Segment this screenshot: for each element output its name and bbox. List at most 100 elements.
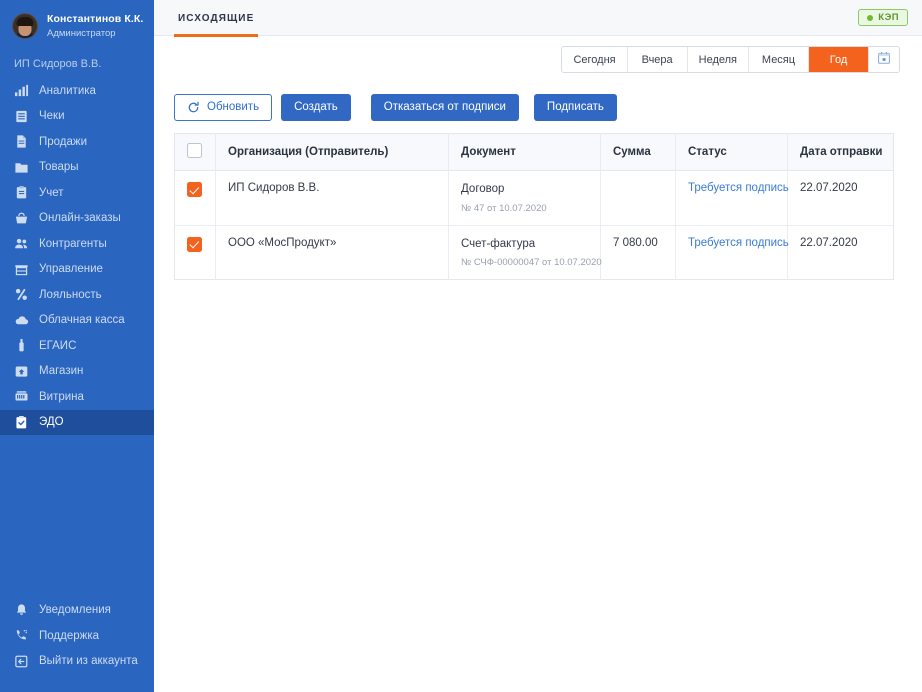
sidebar-item-management[interactable]: Управление [0, 257, 154, 283]
sidebar-item-notifications[interactable]: Уведомления [0, 598, 154, 624]
row-checkbox[interactable] [187, 182, 202, 197]
row-organization-cell: ИП Сидоров В.В. [215, 170, 449, 226]
cloud-icon [14, 313, 29, 328]
sidebar-item-label: Магазин [39, 365, 84, 378]
period-yesterday[interactable]: Вчера [627, 47, 688, 72]
select-all-checkbox[interactable] [187, 143, 202, 158]
sidebar-nav: Аналитика Чеки Продажи Товары Учет Онлай [0, 78, 154, 435]
documents-table: Организация (Отправитель) Документ Сумма… [174, 133, 894, 281]
sign-button[interactable]: Подписать [533, 93, 617, 121]
sidebar-item-support[interactable]: Поддержка [0, 623, 154, 649]
create-button-label: Создать [294, 101, 338, 113]
bell-icon [14, 603, 29, 618]
column-header-document[interactable]: Документ [448, 133, 601, 171]
sidebar-item-analytics[interactable]: Аналитика [0, 78, 154, 104]
sidebar-item-label: Выйти из аккаунта [39, 655, 138, 668]
organization-name: ООО «МосПродукт» [228, 236, 337, 249]
reject-signature-button[interactable]: Отказаться от подписи [370, 93, 519, 121]
calendar-picker-button[interactable] [869, 47, 899, 72]
sidebar-item-egais[interactable]: ЕГАИС [0, 333, 154, 359]
select-all-header [174, 133, 216, 171]
bar-chart-icon [14, 83, 29, 98]
edo-clipboard-icon [14, 415, 29, 430]
column-header-organization[interactable]: Организация (Отправитель) [215, 133, 449, 171]
row-checkbox[interactable] [187, 236, 202, 252]
sidebar-item-label: Уведомления [39, 604, 111, 617]
sidebar-item-label: ЕГАИС [39, 339, 77, 352]
status-link[interactable]: Требуется подпись [688, 182, 789, 194]
document-title: Договор [461, 183, 505, 195]
column-header-date[interactable]: Дата отправки [787, 133, 894, 171]
avatar [12, 13, 38, 39]
organization-label: ИП Сидоров В.В. [14, 58, 102, 70]
sidebar-item-counterparties[interactable]: Контрагенты [0, 231, 154, 257]
app-root: Константинов К.К. Администратор ИП Сидор… [0, 0, 922, 692]
documents-table-container: Организация (Отправитель) Документ Сумма… [154, 125, 922, 281]
status-dot-icon [867, 14, 874, 21]
percent-icon [14, 287, 29, 302]
sidebar-item-products[interactable]: Товары [0, 155, 154, 181]
sign-button-label: Подписать [546, 101, 604, 113]
table-row[interactable]: ИП Сидоров В.В. Договор № 47 от 10.07.20… [174, 170, 894, 226]
sidebar-item-label: ЭДО [39, 416, 64, 429]
profile-name: Константинов К.К. [47, 13, 144, 25]
sidebar-item-label: Облачная касса [39, 314, 125, 327]
bottle-icon [14, 338, 29, 353]
sidebar-item-label: Учет [39, 186, 64, 199]
row-select-cell [174, 225, 216, 280]
row-sum-cell [600, 170, 676, 226]
row-status-cell: Требуется подпись [675, 225, 789, 280]
sidebar-item-loyalty[interactable]: Лояльность [0, 282, 154, 308]
period-week[interactable]: Неделя [687, 47, 749, 72]
sidebar-item-label: Управление [39, 263, 103, 276]
users-icon [14, 236, 29, 251]
sidebar-item-label: Лояльность [39, 288, 102, 301]
store-icon [14, 262, 29, 277]
row-date-cell: 22.07.2020 [787, 170, 894, 226]
sidebar-item-label: Поддержка [39, 629, 99, 642]
status-badge-kep[interactable]: КЭП [858, 9, 908, 26]
row-document-cell: Договор № 47 от 10.07.2020 [448, 170, 601, 226]
document-icon [14, 134, 29, 149]
document-number: № 47 от 10.07.2020 [461, 202, 547, 214]
column-header-status[interactable]: Статус [675, 133, 788, 171]
tab-bar: Исходящие [154, 0, 259, 37]
sidebar-item-label: Аналитика [39, 84, 96, 97]
showcase-icon [14, 389, 29, 404]
table-header-row: Организация (Отправитель) Документ Сумма… [174, 133, 894, 171]
create-button[interactable]: Создать [281, 93, 351, 121]
sidebar-item-shop[interactable]: Магазин [0, 359, 154, 385]
document-title: Счет-фактура [461, 237, 536, 250]
refresh-button[interactable]: Обновить [174, 93, 273, 121]
period-year[interactable]: Год [809, 47, 869, 72]
sidebar-item-logout[interactable]: Выйти из аккаунта [0, 649, 154, 675]
sidebar-item-cloud-cashbox[interactable]: Облачная касса [0, 308, 154, 334]
tab-outgoing[interactable]: Исходящие [174, 0, 259, 37]
sidebar-bottom-nav: Уведомления Поддержка Выйти из аккаунта [0, 598, 154, 692]
row-status-cell: Требуется подпись [675, 170, 789, 226]
table-row[interactable]: ООО «МосПродукт» Счет-фактура № СЧФ-0000… [174, 225, 894, 280]
sidebar-item-label: Чеки [39, 110, 65, 123]
sidebar-item-accounting[interactable]: Учет [0, 180, 154, 206]
sidebar-item-receipts[interactable]: Чеки [0, 104, 154, 130]
period-month[interactable]: Месяц [749, 47, 809, 72]
status-link[interactable]: Требуется подпись [688, 237, 789, 249]
organization-name: ИП Сидоров В.В. [228, 182, 320, 194]
sidebar-item-showcase[interactable]: Витрина [0, 384, 154, 410]
row-organization-cell: ООО «МосПродукт» [215, 225, 449, 280]
document-number: № СЧФ-00000047 от 10.07.2020 [461, 257, 602, 269]
profile-block[interactable]: Константинов К.К. Администратор [0, 0, 154, 52]
sidebar-item-sales[interactable]: Продажи [0, 129, 154, 155]
sidebar-item-edo[interactable]: ЭДО [0, 409, 154, 435]
basket-icon [14, 211, 29, 226]
sidebar-item-online-orders[interactable]: Онлайн-заказы [0, 206, 154, 232]
sent-date: 22.07.2020 [800, 236, 858, 249]
column-header-sum[interactable]: Сумма [600, 133, 676, 171]
folder-icon [14, 160, 29, 175]
table-body: ИП Сидоров В.В. Договор № 47 от 10.07.20… [174, 170, 894, 280]
main-content: Исходящие КЭП Сегодня Вчера Неделя Месяц… [154, 0, 922, 692]
row-date-cell: 22.07.2020 [788, 225, 894, 280]
clipboard-icon [14, 185, 29, 200]
sidebar-item-label: Онлайн-заказы [39, 212, 121, 225]
period-today[interactable]: Сегодня [562, 47, 628, 72]
